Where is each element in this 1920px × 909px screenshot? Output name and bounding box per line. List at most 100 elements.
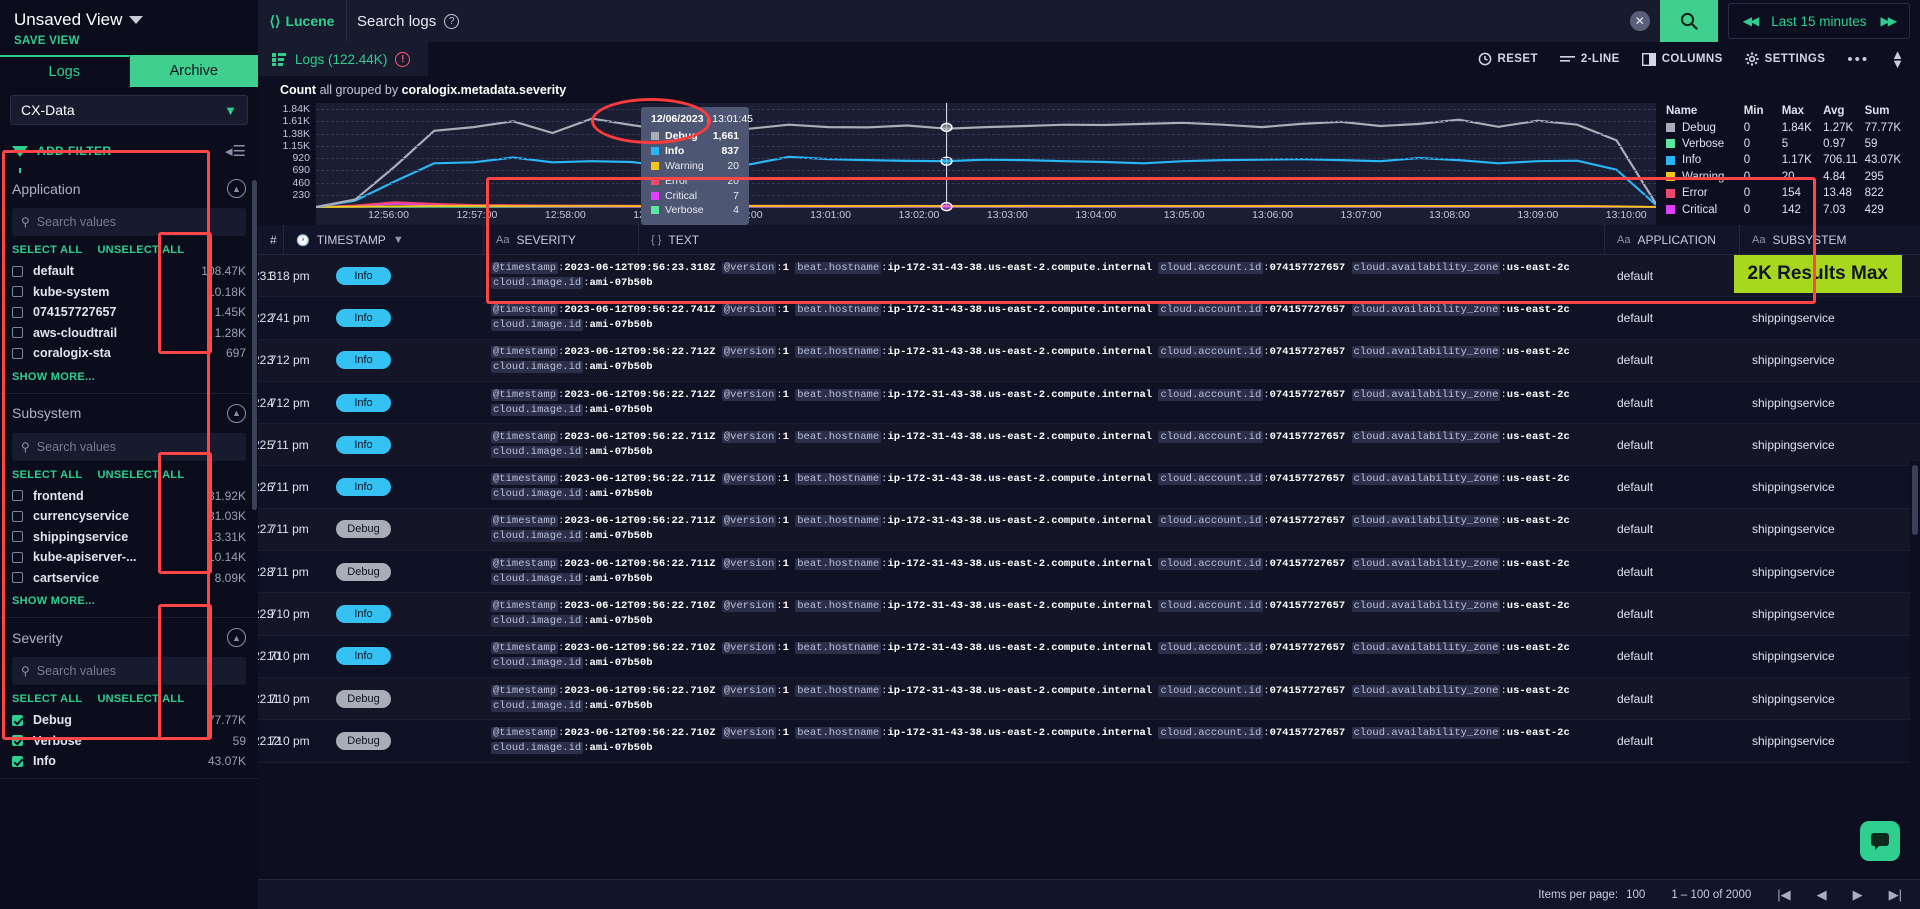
prev-page-icon[interactable]: ◀ [1817,887,1827,903]
facet-value-row[interactable]: kube-apiserver-... 10.14K [12,547,246,568]
facet-checkbox[interactable] [12,531,23,543]
toolbar-2-line-button[interactable]: 2-LINE [1559,53,1620,65]
facet-checkbox[interactable] [12,714,23,726]
chevron-down-icon[interactable] [129,16,144,24]
chevron-up-icon[interactable]: ▲ [227,179,246,198]
toolbar-settings-button[interactable]: SETTINGS [1745,52,1826,66]
facet-checkbox[interactable] [12,265,23,277]
facet-value-row[interactable]: shippingservice 13.31K [12,527,246,548]
facet-checkbox[interactable] [12,755,23,767]
items-per-page-value[interactable]: 100 [1626,889,1645,901]
facet-value-row[interactable]: currencyservice 31.03K [12,506,246,527]
facet-value-row[interactable]: Info 43.07K [12,751,246,772]
col-severity[interactable]: Aa SEVERITY [484,225,639,255]
col-timestamp[interactable]: 🕐 TIMESTAMP ▼ [284,225,484,255]
facet-checkbox[interactable] [12,572,23,584]
show-more-button[interactable]: SHOW MORE... [12,371,246,383]
toolbar-reset-button[interactable]: RESET [1478,52,1538,66]
time-range-picker[interactable]: ◀◀ Last 15 minutes ▶▶ [1727,3,1910,39]
logs-count-chip[interactable]: Logs (122.44K) ! [258,42,429,76]
clear-query-button[interactable]: ✕ [1629,11,1650,31]
facet-search-input[interactable]: ⚲ Search values [12,432,246,461]
collapse-panel-icon[interactable]: ◂☰ [225,142,246,160]
sidebar-scroll-thumb[interactable] [252,180,257,510]
last-page-icon[interactable]: ▶| [1889,887,1902,903]
collapse-chart-icon[interactable]: ▲ ▼ [1891,48,1904,70]
facet-checkbox[interactable] [12,510,23,522]
table-row[interactable]: 9 ❯12/06/2023 12:56:22.710 pm Info @time… [258,593,1920,636]
facet-value-row[interactable]: frontend 31.92K [12,486,246,507]
first-page-icon[interactable]: |◀ [1777,887,1790,903]
show-more-button[interactable]: SHOW MORE... [12,595,246,607]
select-all-button[interactable]: SELECT ALL [12,244,82,256]
search-button[interactable] [1659,0,1718,42]
step-forward-icon[interactable]: ▶▶ [1881,14,1898,28]
table-row[interactable]: 10 ❯12/06/2023 12:56:22.710 pm Info @tim… [258,635,1920,678]
facet-checkbox[interactable] [12,327,23,339]
facet-checkbox[interactable] [12,347,23,359]
search-input[interactable]: Search logs [357,13,436,30]
facet-value-row[interactable]: aws-cloudtrail 1.28K [12,323,246,344]
facet-header[interactable]: Application ▲ [12,179,246,198]
step-back-icon[interactable]: ◀◀ [1743,14,1760,28]
facet-checkbox[interactable] [12,735,23,747]
facet-checkbox[interactable] [12,551,23,563]
facet-value-row[interactable]: cartservice 8.09K [12,568,246,589]
clock-icon: 🕐 [296,234,310,247]
table-row[interactable]: 7 ❯12/06/2023 12:56:22.711 pm Debug @tim… [258,508,1920,552]
facet-search-input[interactable]: ⚲ Search values [12,208,246,236]
table-row[interactable]: 2 ❯12/06/2023 12:56:22.741 pm Info @time… [258,297,1920,340]
facet-header[interactable]: Severity ▲ [12,628,246,647]
warning-icon[interactable]: ! [395,51,411,67]
unselect-all-button[interactable]: UNSELECT ALL [97,469,184,481]
next-page-icon[interactable]: ▶ [1853,887,1863,903]
table-row[interactable]: 11 ❯12/06/2023 12:56:22.710 pm Debug @ti… [258,677,1920,721]
select-all-button[interactable]: SELECT ALL [12,693,82,705]
table-row[interactable]: 3 ❯12/06/2023 12:56:22.712 pm Info @time… [258,339,1920,382]
facet-checkbox[interactable] [12,286,23,298]
more-options-icon[interactable]: ••• [1847,51,1869,68]
query-input-wrap[interactable]: Search logs ? ✕ [346,0,1660,42]
facet-header[interactable]: Subsystem ▲ [12,403,246,423]
sort-desc-icon[interactable]: ▼ [393,234,404,246]
col-subsystem[interactable]: Aa SUBSYSTEM [1740,225,1920,255]
table-scrollbar[interactable] [1910,461,1920,849]
facet-value-count: 8.09K [214,570,246,585]
stats-min: 0 [1743,137,1751,150]
table-row[interactable]: 1 ❯12/06/2023 12:56:23.318 pm Info @time… [258,255,1920,298]
tab-logs[interactable]: Logs [0,55,130,87]
table-row[interactable]: 12 ❯12/06/2023 12:56:22.710 pm Debug @ti… [258,720,1920,763]
facet-value-row[interactable]: coralogix-sta 697 [12,343,246,364]
data-source-select[interactable]: CX-Data ▼ [10,95,248,125]
table-row[interactable]: 6 ❯12/06/2023 12:56:22.711 pm Info @time… [258,466,1920,509]
table-row[interactable]: 5 ❯12/06/2023 12:56:22.711 pm Info @time… [258,424,1920,467]
unselect-all-button[interactable]: UNSELECT ALL [97,693,184,705]
facet-value-row[interactable]: Debug 77.77K [12,710,246,731]
save-view-button[interactable]: SAVE VIEW [14,35,244,47]
tab-archive[interactable]: Archive [129,55,258,87]
facet-value-row[interactable]: kube-system 10.18K [12,282,246,303]
facet-checkbox[interactable] [12,490,23,502]
help-icon[interactable]: ? [444,13,460,29]
facet-value-row[interactable]: 074157727657 1.45K [12,302,246,323]
view-title-row[interactable]: Unsaved View [14,10,244,30]
facet-value-row[interactable]: Verbose 59 [12,731,246,752]
col-text[interactable]: { } TEXT [639,225,1605,255]
table-row[interactable]: 8 ❯12/06/2023 12:56:22.711 pm Debug @tim… [258,551,1920,594]
table-row[interactable]: 4 ❯12/06/2023 12:56:22.712 pm Info @time… [258,381,1920,425]
lucene-mode-button[interactable]: ⟨⟩ Lucene [258,0,346,42]
unselect-all-button[interactable]: UNSELECT ALL [97,244,184,256]
facet-checkbox[interactable] [12,306,23,318]
facet-value-row[interactable]: default 108.47K [12,261,246,282]
table-scroll-thumb[interactable] [1912,465,1918,535]
chevron-up-icon[interactable]: ▲ [227,628,246,647]
chart-plot-area[interactable]: 12:56:0012:57:0012:58:0012:59:0013:00:00… [316,103,1656,225]
sidebar-scrollbar[interactable] [251,150,258,909]
col-application[interactable]: Aa APPLICATION [1605,225,1740,255]
add-filter-button[interactable]: ADD FILTER [12,144,111,173]
select-all-button[interactable]: SELECT ALL [12,469,82,481]
chevron-up-icon[interactable]: ▲ [227,403,246,423]
toolbar-columns-button[interactable]: COLUMNS [1641,52,1723,66]
facet-search-input[interactable]: ⚲ Search values [12,657,246,685]
chat-support-button[interactable] [1860,821,1900,861]
